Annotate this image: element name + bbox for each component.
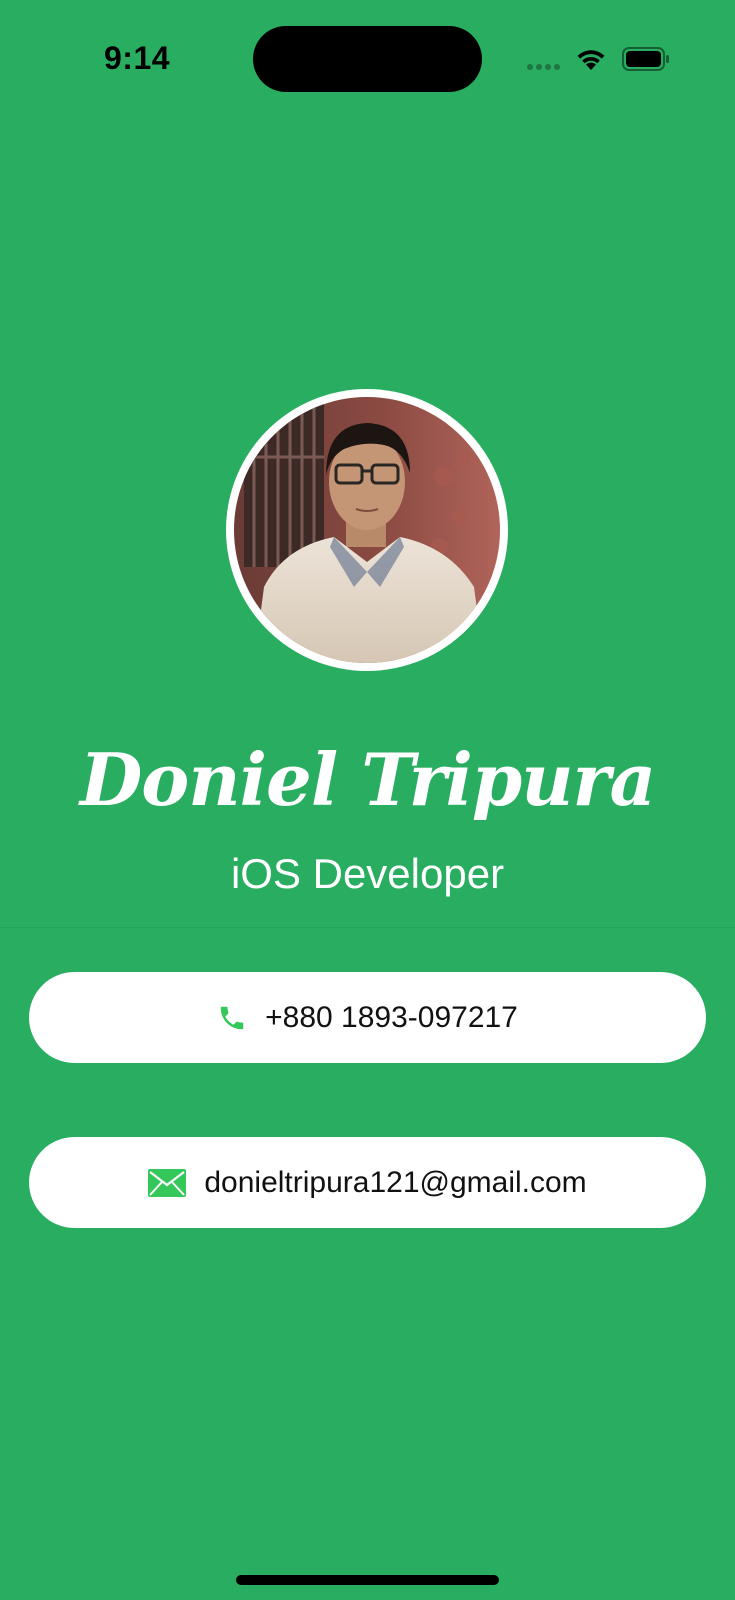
divider [0, 927, 735, 928]
status-bar: 9:14 [0, 0, 735, 120]
profile-photo [234, 397, 500, 663]
envelope-icon [148, 1168, 187, 1197]
phone-number: +880 1893-097217 [265, 1000, 518, 1034]
phone-card[interactable]: +880 1893-097217 [29, 972, 706, 1063]
email-address: donieltripura121@gmail.com [204, 1165, 587, 1199]
profile-avatar [226, 389, 508, 671]
dynamic-island [253, 26, 482, 92]
battery-icon [622, 47, 669, 71]
wifi-icon [577, 50, 605, 70]
home-indicator[interactable] [236, 1575, 499, 1585]
profile-title: iOS Developer [230, 850, 505, 897]
phone-icon [217, 1003, 247, 1033]
signal-dots-icon [527, 64, 560, 70]
status-time: 9:14 [104, 40, 171, 76]
profile-name: Doniel Tripura [79, 737, 656, 822]
email-card[interactable]: donieltripura121@gmail.com [29, 1137, 706, 1228]
